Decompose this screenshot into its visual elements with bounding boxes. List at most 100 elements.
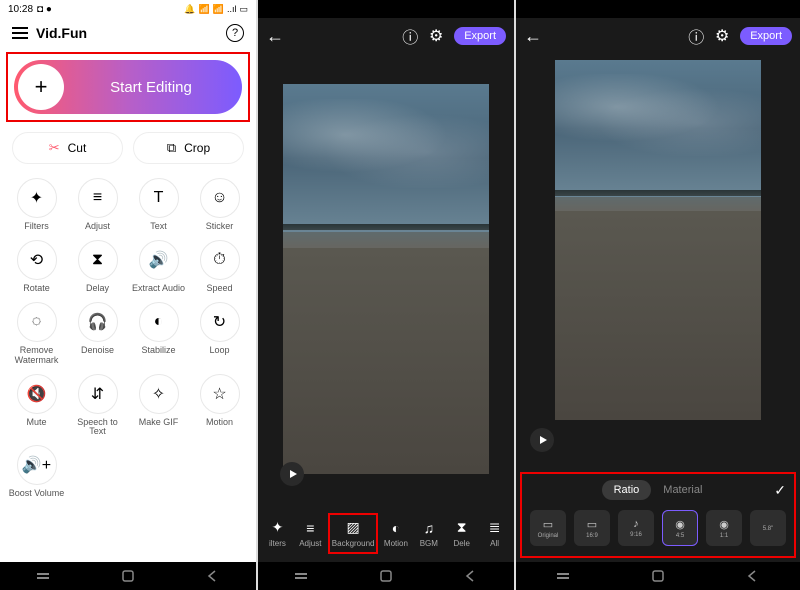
toolbar-label: Adjust bbox=[299, 539, 321, 548]
tool-boost-volume[interactable]: 🔊+Boost Volume bbox=[8, 445, 65, 499]
recents-icon[interactable] bbox=[35, 568, 51, 584]
start-editing-button[interactable]: + Start Editing bbox=[14, 60, 242, 114]
video-preview[interactable] bbox=[283, 84, 489, 474]
back-icon[interactable] bbox=[745, 568, 761, 584]
ratio-glyph-icon: ◉ bbox=[719, 518, 729, 531]
app-header: Vid.Fun ? bbox=[0, 18, 256, 48]
status-bar: 10:28 ◘ ● 🔔📶📶..ıl▭ bbox=[0, 0, 256, 18]
video-preview[interactable] bbox=[555, 60, 761, 420]
tool-delay[interactable]: ⧗Delay bbox=[69, 240, 126, 294]
tool-remove-watermark[interactable]: ◌Remove Watermark bbox=[8, 302, 65, 366]
tool-icon: ✦ bbox=[17, 178, 57, 218]
help-icon[interactable]: ⓘ bbox=[688, 28, 704, 44]
ratio-label: Original bbox=[538, 533, 559, 539]
play-button[interactable] bbox=[530, 428, 554, 452]
ratio-11[interactable]: ◉ 1:1 bbox=[706, 510, 742, 546]
settings-icon[interactable]: ⚙ bbox=[714, 28, 730, 44]
tool-icon: ✧ bbox=[139, 374, 179, 414]
tool-sticker[interactable]: ☺Sticker bbox=[191, 178, 248, 232]
export-button[interactable]: Export bbox=[454, 27, 506, 45]
tool-speech-to-text[interactable]: ⇵Speech to Text bbox=[69, 374, 126, 438]
help-icon[interactable]: ? bbox=[226, 24, 244, 42]
android-nav-bar bbox=[0, 562, 256, 590]
settings-icon[interactable]: ⚙ bbox=[428, 28, 444, 44]
editor-header: ← ⓘ ⚙ Export bbox=[516, 18, 800, 54]
tool-label: Text bbox=[150, 222, 167, 232]
ratio-glyph-icon: ♪ bbox=[633, 518, 639, 530]
recents-icon[interactable] bbox=[555, 568, 571, 584]
tool-label: Delay bbox=[86, 284, 109, 294]
toolbar-dele[interactable]: ⧗Dele bbox=[446, 515, 477, 552]
tool-motion[interactable]: ☆Motion bbox=[191, 374, 248, 438]
tool-rotate[interactable]: ⟲Rotate bbox=[8, 240, 65, 294]
toolbar-motion[interactable]: ◐Motion bbox=[380, 515, 411, 552]
play-button[interactable] bbox=[280, 462, 304, 486]
ratio-169[interactable]: ▭16:9 bbox=[574, 510, 610, 546]
tool-loop[interactable]: ↻Loop bbox=[191, 302, 248, 366]
ratio-label: 4:5 bbox=[676, 533, 684, 539]
tool-label: Extract Audio bbox=[132, 284, 185, 294]
back-arrow-icon[interactable]: ← bbox=[524, 26, 542, 47]
tool-icon: 🎧 bbox=[78, 302, 118, 342]
tool-speed[interactable]: ⏱Speed bbox=[191, 240, 248, 294]
ratio-58[interactable]: 5.8" bbox=[750, 510, 786, 546]
tool-icon: ⇵ bbox=[78, 374, 118, 414]
help-icon[interactable]: ⓘ bbox=[402, 28, 418, 44]
status-app-icon: ◘ ● bbox=[37, 4, 52, 15]
toolbar-adjust[interactable]: ≡ Adjust bbox=[295, 515, 326, 552]
toolbar-icon: ≡ bbox=[301, 519, 319, 537]
tool-filters[interactable]: ✦Filters bbox=[8, 178, 65, 232]
home-icon[interactable] bbox=[120, 568, 136, 584]
tool-make-gif[interactable]: ✧Make GIF bbox=[130, 374, 187, 438]
scissors-icon: ✂ bbox=[49, 140, 60, 156]
ratio-original[interactable]: ▭Original bbox=[530, 510, 566, 546]
android-nav-bar bbox=[516, 562, 800, 590]
back-icon[interactable] bbox=[463, 568, 479, 584]
toolbar-all[interactable]: ≣All bbox=[479, 515, 510, 552]
home-icon[interactable] bbox=[378, 568, 394, 584]
export-button[interactable]: Export bbox=[740, 27, 792, 45]
ratio-45[interactable]: ◉4:5 bbox=[662, 510, 698, 546]
confirm-check-icon[interactable]: ✓ bbox=[774, 482, 786, 499]
tool-label: Loop bbox=[209, 346, 229, 356]
tool-denoise[interactable]: 🎧 Denoise bbox=[69, 302, 126, 366]
tool-stabilize[interactable]: ◐Stabilize bbox=[130, 302, 187, 366]
tool-label: Rotate bbox=[23, 284, 50, 294]
tool-icon: 🔊 bbox=[139, 240, 179, 280]
tool-icon: ☆ bbox=[200, 374, 240, 414]
app-title: Vid.Fun bbox=[36, 25, 87, 41]
tab-ratio[interactable]: Ratio bbox=[602, 480, 652, 500]
tool-label: Denoise bbox=[81, 346, 114, 356]
cut-button[interactable]: ✂ Cut bbox=[12, 132, 123, 164]
tool-icon: ⏱ bbox=[200, 240, 240, 280]
toolbar-background[interactable]: ▨Background bbox=[328, 513, 379, 554]
ratio-options: ▭Original▭16:9 ♪ 9:16 ◉4:5 ◉ 1:1 5.8" bbox=[526, 510, 790, 546]
toolbar-label: BGM bbox=[420, 539, 438, 548]
editor-header: ← ⓘ ⚙ Export bbox=[258, 18, 514, 54]
ratio-label: 9:16 bbox=[630, 532, 642, 538]
tab-material[interactable]: Material bbox=[651, 480, 714, 500]
toolbar-bgm[interactable]: ♫ BGM bbox=[413, 515, 444, 552]
tool-adjust[interactable]: ≡Adjust bbox=[69, 178, 126, 232]
toolbar-label: Dele bbox=[453, 539, 469, 548]
editor-toolbar: ✦ilters ≡ Adjust ▨Background◐Motion ♫ BGM ⧗Del… bbox=[258, 504, 514, 562]
ratio-label: 1:1 bbox=[720, 533, 728, 539]
recents-icon[interactable] bbox=[293, 568, 309, 584]
screen-home: 10:28 ◘ ● 🔔📶📶..ıl▭ Vid.Fun ? + Start Edi… bbox=[0, 0, 256, 590]
tool-text[interactable]: TText bbox=[130, 178, 187, 232]
toolbar-ilters[interactable]: ✦ilters bbox=[262, 515, 293, 552]
home-icon[interactable] bbox=[650, 568, 666, 584]
crop-icon: ⧉ bbox=[167, 140, 176, 156]
back-icon[interactable] bbox=[205, 568, 221, 584]
crop-button[interactable]: ⧉ Crop bbox=[133, 132, 244, 164]
tool-extract-audio[interactable]: 🔊 Extract Audio bbox=[130, 240, 187, 294]
menu-icon[interactable] bbox=[12, 27, 28, 39]
tool-icon: 🔇 bbox=[17, 374, 57, 414]
ratio-916[interactable]: ♪ 9:16 bbox=[618, 510, 654, 546]
back-arrow-icon[interactable]: ← bbox=[266, 26, 284, 47]
toolbar-label: Motion bbox=[384, 539, 408, 548]
toolbar-label: All bbox=[490, 539, 499, 548]
tool-mute[interactable]: 🔇Mute bbox=[8, 374, 65, 438]
toolbar-icon: ♫ bbox=[420, 519, 438, 537]
status-bar bbox=[516, 0, 800, 18]
